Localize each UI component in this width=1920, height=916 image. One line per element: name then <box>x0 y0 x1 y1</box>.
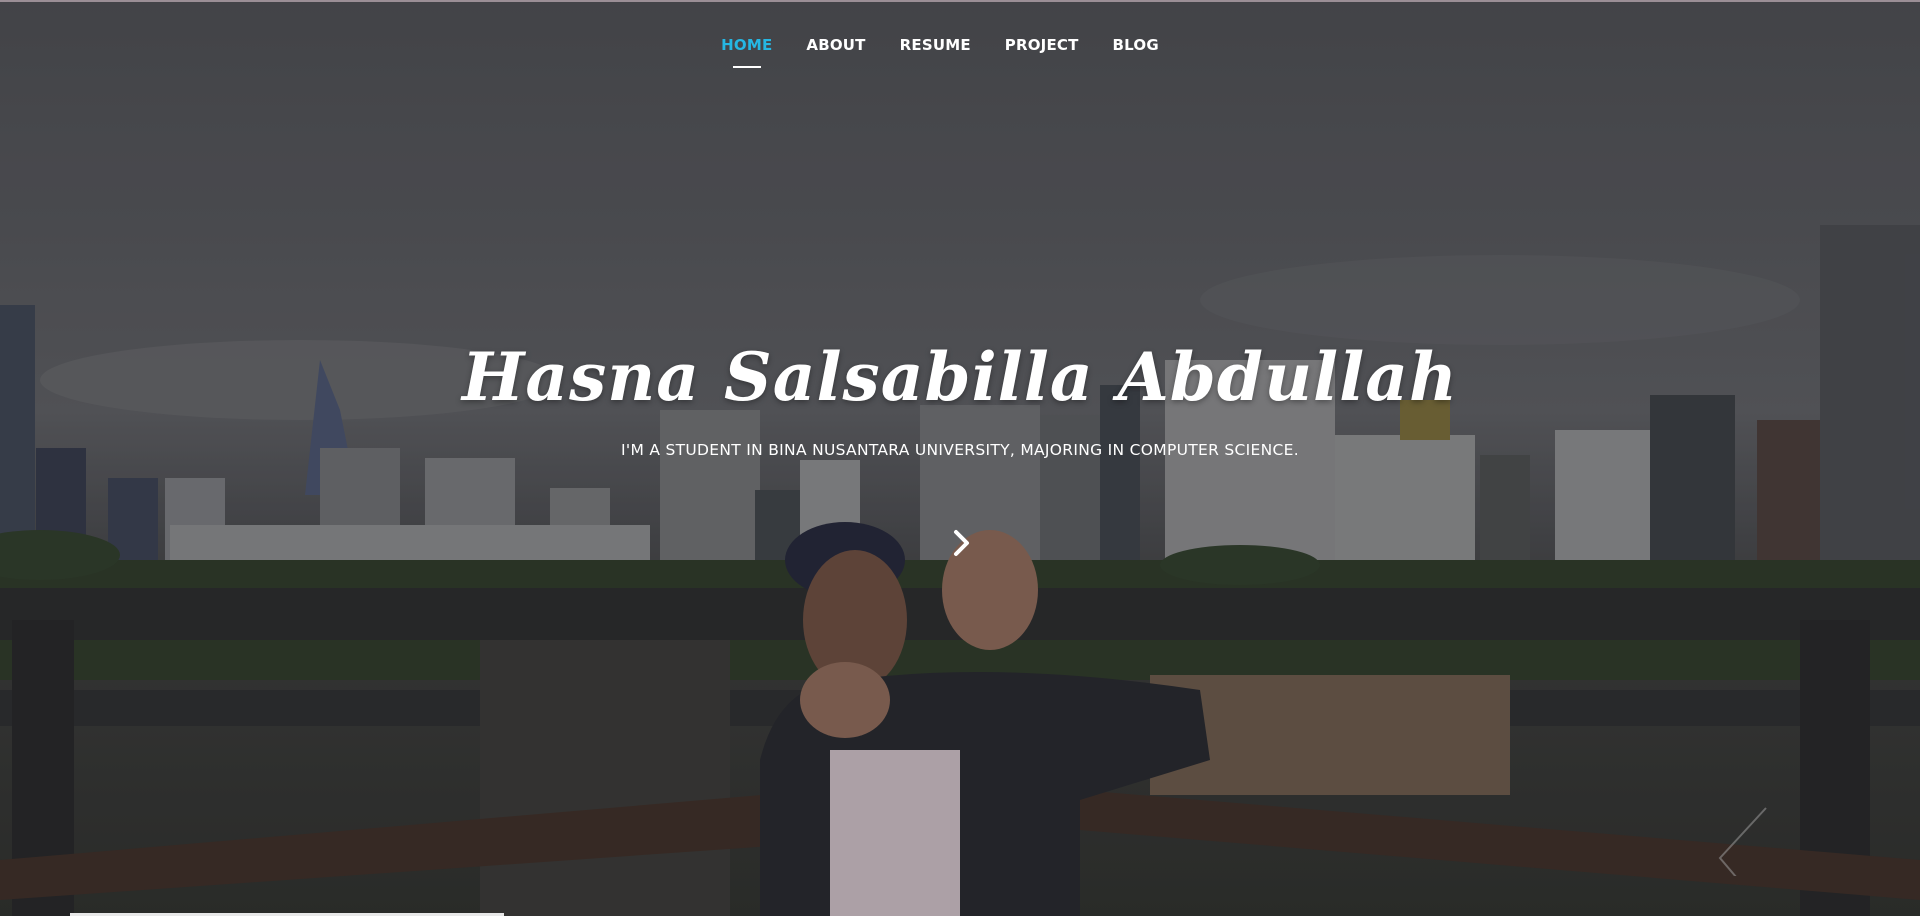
nav-item-project[interactable]: PROJECT <box>1005 36 1079 68</box>
hero-subtitle: I'M A STUDENT IN BINA NUSANTARA UNIVERSI… <box>621 441 1299 459</box>
nav-item-about[interactable]: ABOUT <box>806 36 865 68</box>
nav-menu: HOME ABOUT RESUME PROJECT BLOG <box>704 36 1176 68</box>
nav-item-blog[interactable]: BLOG <box>1113 36 1159 68</box>
nav-item-resume[interactable]: RESUME <box>900 36 971 68</box>
hero-title: Hasna Salsabilla Abdullah <box>462 338 1458 416</box>
nav-item-home[interactable]: HOME <box>721 36 772 68</box>
chevron-right-icon[interactable] <box>950 528 974 558</box>
chevron-left-icon[interactable] <box>1706 806 1776 885</box>
main-nav: HOME ABOUT RESUME PROJECT BLOG <box>0 36 1920 68</box>
hero-section: HOME ABOUT RESUME PROJECT BLOG Hasna Sal… <box>0 0 1920 916</box>
